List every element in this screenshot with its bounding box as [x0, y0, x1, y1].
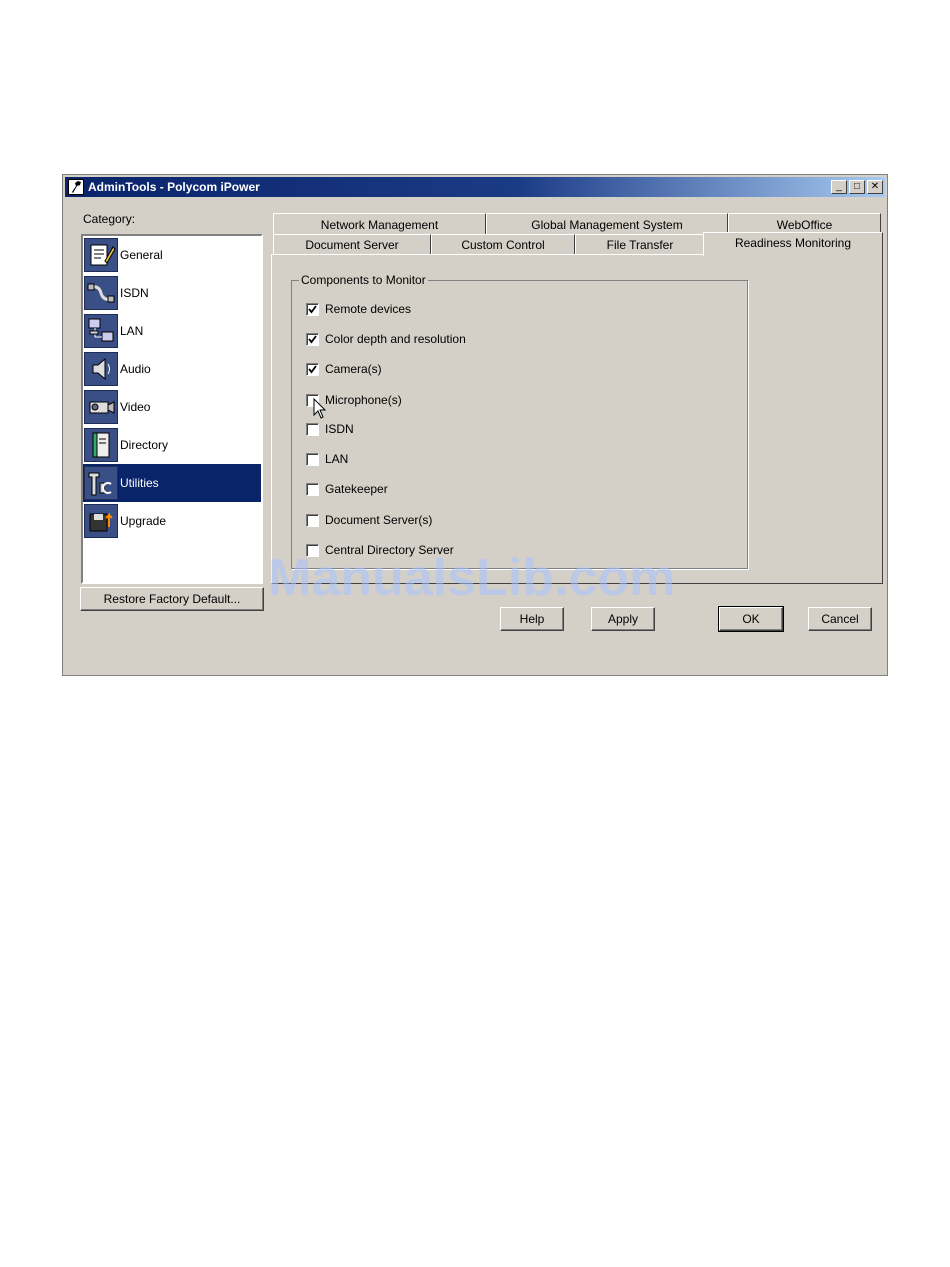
category-label-video: Video: [120, 400, 151, 414]
restore-factory-default-button[interactable]: Restore Factory Default...: [80, 587, 264, 611]
category-label-lan: LAN: [120, 324, 144, 338]
ok-button[interactable]: OK: [718, 606, 784, 632]
speaker-icon: [84, 352, 118, 386]
category-item-video[interactable]: Video: [83, 388, 261, 426]
minimize-button[interactable]: _: [831, 180, 847, 194]
category-item-isdn[interactable]: ISDN: [83, 274, 261, 312]
upgrade-disk-icon: [84, 504, 118, 538]
checkbox-box[interactable]: [306, 483, 319, 496]
checkbox-label: Remote devices: [325, 302, 412, 316]
category-item-upgrade[interactable]: Upgrade: [83, 502, 261, 540]
mouse-cursor-icon: [313, 398, 327, 419]
checkbox-box[interactable]: [306, 333, 319, 346]
checkbox-label: Color depth and resolution: [325, 332, 466, 346]
app-icon: [68, 179, 84, 195]
checkmark-icon: [308, 365, 317, 374]
watermark: ManualsLib.com: [268, 549, 676, 607]
maximize-button[interactable]: □: [849, 180, 865, 194]
category-item-directory[interactable]: Directory: [83, 426, 261, 464]
checkmark-icon: [308, 335, 317, 344]
category-label-utilities: Utilities: [120, 476, 159, 490]
checkbox-label: Document Server(s): [325, 513, 433, 527]
category-item-audio[interactable]: Audio: [83, 350, 261, 388]
cancel-button[interactable]: Cancel: [808, 607, 872, 631]
checkbox-box[interactable]: [306, 303, 319, 316]
lan-computers-icon: [84, 314, 118, 348]
category-label-audio: Audio: [120, 362, 151, 376]
checkbox-box[interactable]: [306, 363, 319, 376]
checkmark-icon: [308, 305, 317, 314]
checkbox-box[interactable]: [306, 514, 319, 527]
checkbox-label: Microphone(s): [325, 393, 402, 407]
tab-document-server[interactable]: Document Server: [273, 234, 431, 255]
notepad-pencil-icon: [84, 238, 118, 272]
checkbox-label: Camera(s): [325, 362, 382, 376]
category-list[interactable]: General ISDN LAN Audio Video Directory U…: [81, 234, 263, 584]
category-label-upgrade: Upgrade: [120, 514, 167, 528]
category-label-general: General: [120, 248, 163, 262]
apply-button[interactable]: Apply: [591, 607, 655, 631]
category-item-lan[interactable]: LAN: [83, 312, 261, 350]
tab-readiness-monitoring[interactable]: Readiness Monitoring: [703, 232, 883, 256]
checkbox-label: Gatekeeper: [325, 482, 388, 496]
groupbox-title: Components to Monitor: [299, 273, 428, 287]
tab-network-management[interactable]: Network Management: [273, 213, 486, 235]
category-label-directory: Directory: [120, 438, 169, 452]
window-title: AdminTools - Polycom iPower: [88, 180, 260, 194]
category-label-isdn: ISDN: [120, 286, 149, 300]
checkbox-box[interactable]: [306, 453, 319, 466]
help-button[interactable]: Help: [500, 607, 564, 631]
title-bar[interactable]: AdminTools - Polycom iPower _ □ ✕: [65, 177, 885, 197]
tab-custom-control[interactable]: Custom Control: [431, 234, 575, 255]
checkbox-box[interactable]: [306, 423, 319, 436]
isdn-cable-icon: [84, 276, 118, 310]
checkbox-label: ISDN: [325, 422, 354, 436]
category-item-utilities[interactable]: Utilities: [83, 464, 261, 502]
category-item-general[interactable]: General: [83, 236, 261, 274]
tab-global-management-system[interactable]: Global Management System: [486, 213, 728, 235]
video-camera-icon: [84, 390, 118, 424]
utilities-tools-icon: [84, 466, 118, 500]
tab-file-transfer[interactable]: File Transfer: [575, 234, 705, 255]
close-button[interactable]: ✕: [867, 180, 883, 194]
directory-book-icon: [84, 428, 118, 462]
category-label: Category:: [83, 212, 136, 226]
checkbox-label: LAN: [325, 452, 349, 466]
